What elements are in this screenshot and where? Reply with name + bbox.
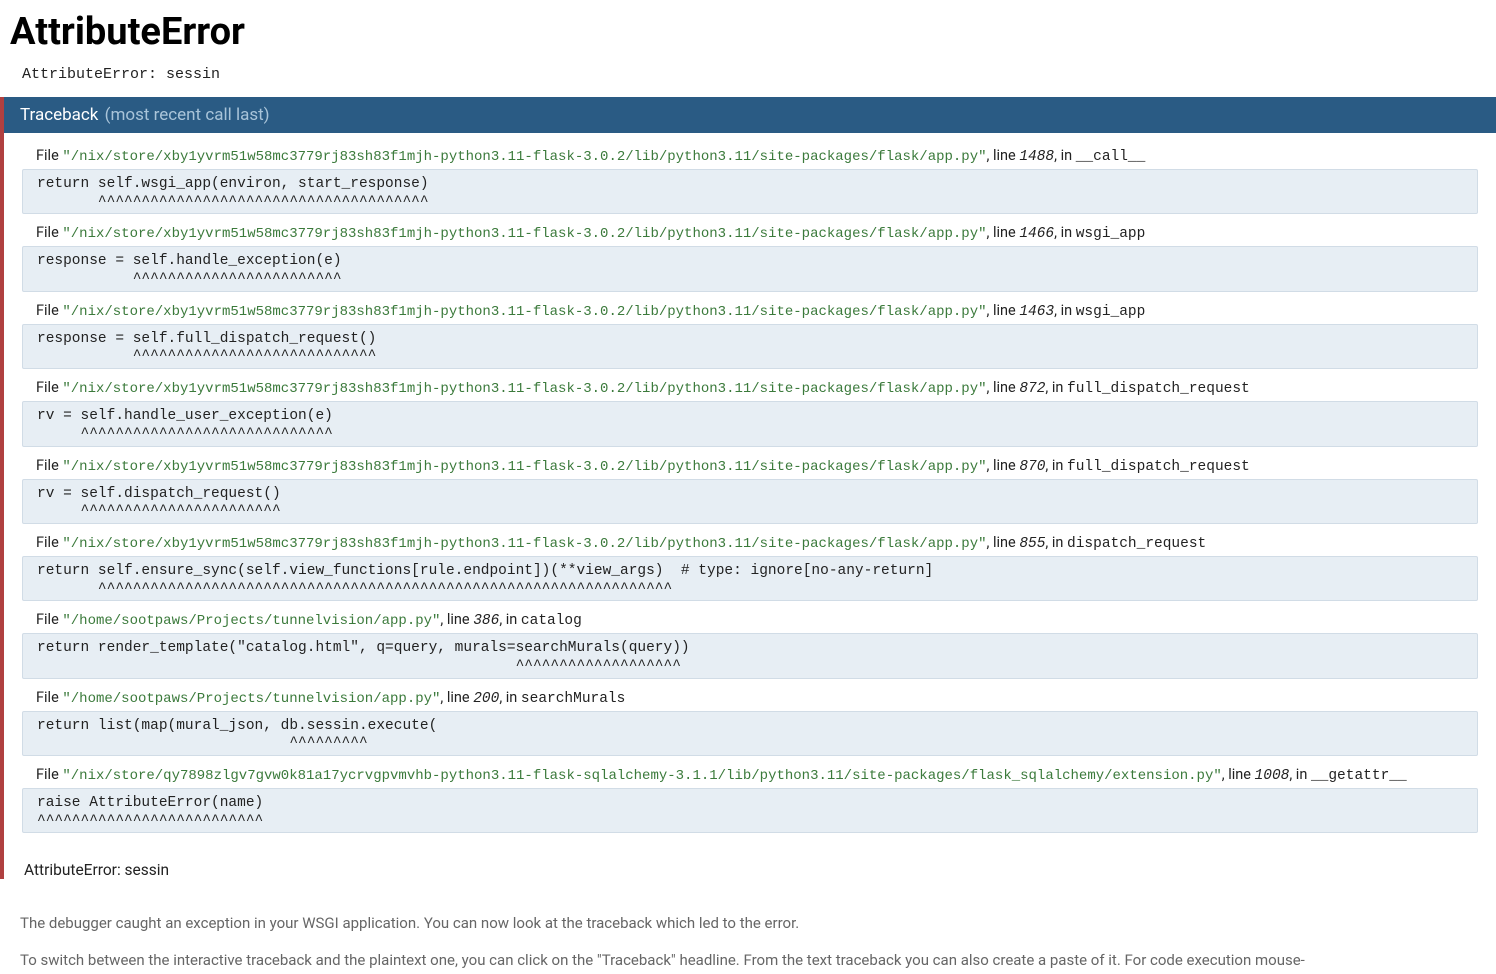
frame-path: "/nix/store/xby1yvrm51w58mc3779rj83sh83f… [62, 459, 986, 475]
frame-line-number: 870 [1019, 459, 1045, 475]
frame-line-number: 872 [1019, 381, 1045, 397]
frame-function: wsgi_app [1076, 226, 1146, 242]
traceback-frame[interactable]: File "/nix/store/xby1yvrm51w58mc3779rj83… [22, 457, 1478, 524]
frame-path: "/nix/store/xby1yvrm51w58mc3779rj83sh83f… [62, 304, 986, 320]
frame-location: File "/nix/store/qy7898zlgv7gvw0k81a17yc… [36, 766, 1478, 784]
frame-path: "/nix/store/xby1yvrm51w58mc3779rj83sh83f… [62, 536, 986, 552]
traceback-frame[interactable]: File "/nix/store/xby1yvrm51w58mc3779rj83… [22, 379, 1478, 446]
frame-line-number: 1463 [1019, 304, 1054, 320]
frame-code[interactable]: return list(map(mural_json, db.sessin.ex… [22, 711, 1478, 756]
traceback-header-recent: (most recent call last) [105, 105, 270, 125]
traceback-frame[interactable]: File "/nix/store/xby1yvrm51w58mc3779rj83… [22, 534, 1478, 601]
traceback-header[interactable]: Traceback (most recent call last) [4, 97, 1496, 133]
frame-line-number: 200 [473, 691, 499, 707]
frame-line-number: 386 [473, 613, 499, 629]
traceback-frame[interactable]: File "/nix/store/xby1yvrm51w58mc3779rj83… [22, 302, 1478, 369]
frame-code[interactable]: return render_template("catalog.html", q… [22, 633, 1478, 678]
frame-path: "/nix/store/xby1yvrm51w58mc3779rj83sh83f… [62, 226, 986, 242]
frame-location: File "/nix/store/xby1yvrm51w58mc3779rj83… [36, 457, 1478, 475]
frame-function: __call__ [1076, 149, 1146, 165]
traceback-frame[interactable]: File "/nix/store/xby1yvrm51w58mc3779rj83… [22, 224, 1478, 291]
debugger-footer-p2: To switch between the interactive traceb… [20, 946, 1476, 974]
frame-location: File "/nix/store/xby1yvrm51w58mc3779rj83… [36, 224, 1478, 242]
frame-code[interactable]: response = self.handle_exception(e) ^^^^… [22, 246, 1478, 291]
frame-function: dispatch_request [1067, 536, 1206, 552]
frame-location: File "/home/sootpaws/Projects/tunnelvisi… [36, 611, 1478, 629]
page-title: AttributeError [10, 10, 1496, 54]
traceback-frame[interactable]: File "/home/sootpaws/Projects/tunnelvisi… [22, 611, 1478, 678]
frame-path: "/nix/store/qy7898zlgv7gvw0k81a17ycrvgpv… [62, 768, 1221, 784]
traceback-frame[interactable]: File "/nix/store/xby1yvrm51w58mc3779rj83… [22, 147, 1478, 214]
frame-code[interactable]: response = self.full_dispatch_request() … [22, 324, 1478, 369]
frame-code[interactable]: rv = self.handle_user_exception(e) ^^^^^… [22, 401, 1478, 446]
frame-path: "/home/sootpaws/Projects/tunnelvision/ap… [62, 691, 440, 707]
traceback-frames: File "/nix/store/xby1yvrm51w58mc3779rj83… [4, 133, 1496, 851]
frame-code[interactable]: raise AttributeError(name) ^^^^^^^^^^^^^… [22, 788, 1478, 833]
frame-function: searchMurals [521, 691, 625, 707]
frame-line-number: 1466 [1019, 226, 1054, 242]
traceback-header-label: Traceback [20, 105, 98, 125]
frame-function: __getattr__ [1311, 768, 1407, 784]
frame-path: "/home/sootpaws/Projects/tunnelvision/ap… [62, 613, 440, 629]
frame-code[interactable]: return self.wsgi_app(environ, start_resp… [22, 169, 1478, 214]
frame-location: File "/nix/store/xby1yvrm51w58mc3779rj83… [36, 302, 1478, 320]
frame-location: File "/nix/store/xby1yvrm51w58mc3779rj83… [36, 379, 1478, 397]
frame-function: catalog [521, 613, 582, 629]
frame-code[interactable]: rv = self.dispatch_request() ^^^^^^^^^^^… [22, 479, 1478, 524]
frame-path: "/nix/store/xby1yvrm51w58mc3779rj83sh83f… [62, 381, 986, 397]
frame-location: File "/nix/store/xby1yvrm51w58mc3779rj83… [36, 534, 1478, 552]
frame-path: "/nix/store/xby1yvrm51w58mc3779rj83sh83f… [62, 149, 986, 165]
debugger-footer-p1: The debugger caught an exception in your… [20, 909, 1476, 938]
traceback-container: Traceback (most recent call last) File "… [0, 97, 1496, 879]
frame-location: File "/home/sootpaws/Projects/tunnelvisi… [36, 689, 1478, 707]
frame-function: full_dispatch_request [1067, 381, 1250, 397]
frame-function: wsgi_app [1076, 304, 1146, 320]
frame-line-number: 1488 [1019, 149, 1054, 165]
frame-function: full_dispatch_request [1067, 459, 1250, 475]
traceback-frame[interactable]: File "/home/sootpaws/Projects/tunnelvisi… [22, 689, 1478, 756]
frame-location: File "/nix/store/xby1yvrm51w58mc3779rj83… [36, 147, 1478, 165]
debugger-footer: The debugger caught an exception in your… [20, 909, 1476, 974]
error-summary: AttributeError: sessin [22, 66, 1496, 83]
final-error: AttributeError: sessin [24, 861, 1496, 879]
frame-line-number: 1008 [1255, 768, 1290, 784]
frame-line-number: 855 [1019, 536, 1045, 552]
frame-code[interactable]: return self.ensure_sync(self.view_functi… [22, 556, 1478, 601]
traceback-frame[interactable]: File "/nix/store/qy7898zlgv7gvw0k81a17yc… [22, 766, 1478, 833]
